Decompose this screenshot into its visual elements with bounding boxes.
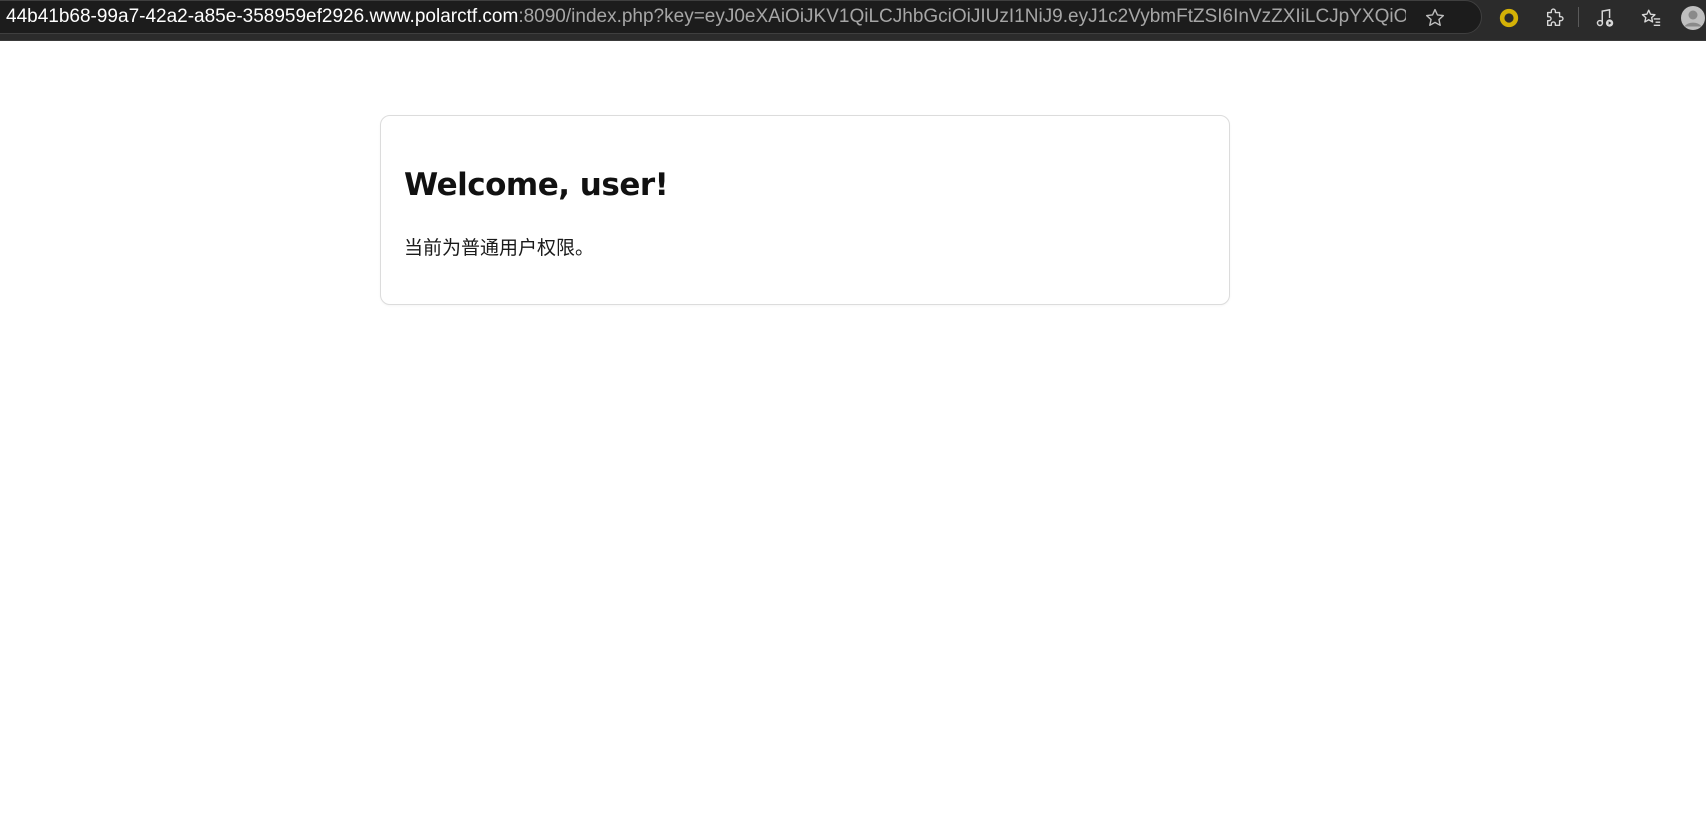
puzzle-icon (1546, 8, 1564, 27)
favorites-button[interactable] (1636, 3, 1666, 33)
url-path: :8090/index.php?key=eyJ0eXAiOiJKV1QiLCJh… (518, 6, 1406, 27)
extension-button[interactable] (1494, 3, 1524, 33)
media-control-button[interactable] (1590, 3, 1620, 33)
permission-message: 当前为普通用户权限。 (404, 237, 595, 259)
url-text[interactable]: 44b41b68-99a7-42a2-a85e-358959ef2926.www… (6, 6, 1406, 28)
toolbar-divider (1578, 7, 1579, 27)
profile-avatar-icon (1681, 6, 1705, 30)
media-playlist-icon (1596, 8, 1614, 27)
browser-toolbar: 安全 44b41b68-99a7-42a2-a85e-358959ef2926.… (0, 0, 1706, 41)
profile-button[interactable] (1678, 3, 1706, 33)
url-host: 44b41b68-99a7-42a2-a85e-358959ef2926.www… (6, 6, 519, 27)
star-icon (1425, 8, 1445, 27)
favorites-icon (1641, 9, 1661, 27)
welcome-card: Welcome, user! 当前为普通用户权限。 (380, 115, 1230, 305)
bookmark-star-button[interactable] (1422, 5, 1448, 31)
extension-colored-icon (1499, 8, 1519, 28)
extensions-button[interactable] (1540, 3, 1570, 33)
page-heading: Welcome, user! (404, 167, 669, 203)
address-bar[interactable]: 安全 44b41b68-99a7-42a2-a85e-358959ef2926.… (0, 0, 1482, 34)
